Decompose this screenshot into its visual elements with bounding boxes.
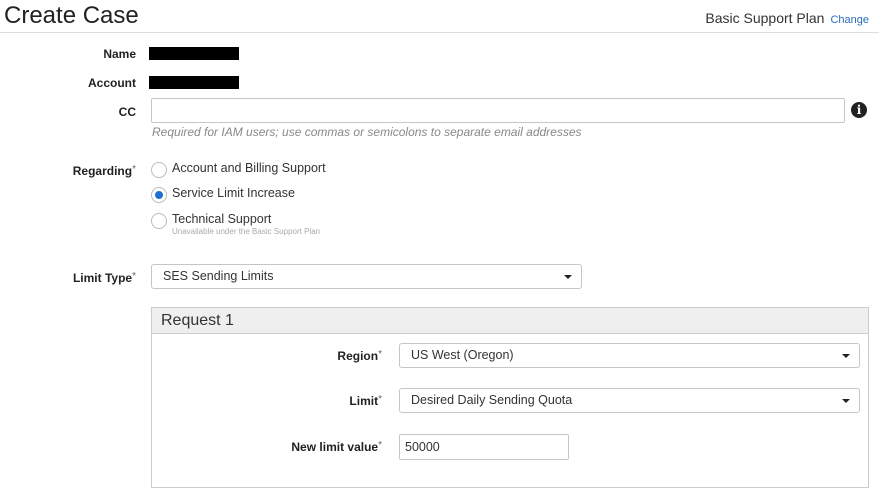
cc-input[interactable]	[151, 98, 845, 123]
limit-type-label-text: Limit Type	[72, 271, 133, 285]
radio-label: Technical Support	[172, 212, 272, 226]
request-title: Request 1	[152, 308, 868, 334]
cc-label: CC	[118, 105, 136, 119]
chevron-down-icon	[842, 399, 850, 403]
radio-account-billing[interactable]: Account and Billing Support	[151, 161, 326, 178]
new-limit-label-text: New limit value	[291, 440, 379, 454]
new-limit-input[interactable]: 50000	[399, 434, 569, 460]
required-mark: *	[378, 394, 382, 405]
radio-technical-support[interactable]: Technical Support Unavailable under the …	[151, 212, 320, 236]
name-label: Name	[103, 47, 136, 61]
radio-label-group: Technical Support Unavailable under the …	[172, 212, 320, 236]
account-redacted	[149, 76, 239, 89]
limit-select[interactable]: Desired Daily Sending Quota	[399, 388, 860, 413]
radio-label: Service Limit Increase	[172, 186, 295, 200]
page-title: Create Case	[4, 2, 139, 29]
support-plan-label: Basic Support Plan	[705, 10, 825, 26]
header-divider	[0, 32, 879, 33]
account-label: Account	[88, 76, 136, 90]
radio-sublabel: Unavailable under the Basic Support Plan	[172, 227, 321, 236]
limit-type-select[interactable]: SES Sending Limits	[151, 264, 582, 289]
limit-value: Desired Daily Sending Quota	[411, 393, 573, 407]
limit-label-text: Limit	[349, 394, 379, 408]
radio-service-limit[interactable]: Service Limit Increase	[151, 186, 295, 203]
radio-button-selected[interactable]	[151, 187, 167, 203]
required-mark: *	[378, 440, 382, 451]
region-value: US West (Oregon)	[411, 348, 514, 362]
required-mark: *	[132, 164, 136, 175]
regarding-label-text: Regarding	[72, 164, 133, 178]
limit-type-value: SES Sending Limits	[163, 269, 274, 283]
region-label-text: Region	[337, 349, 379, 363]
info-icon[interactable]: i	[851, 102, 867, 118]
radio-label: Account and Billing Support	[172, 161, 326, 175]
required-mark: *	[132, 271, 136, 282]
limit-label: Limit*	[152, 394, 382, 408]
new-limit-label: New limit value*	[152, 440, 382, 454]
required-mark: *	[378, 349, 382, 360]
change-plan-link[interactable]: Change	[830, 14, 869, 26]
region-select[interactable]: US West (Oregon)	[399, 343, 860, 368]
request-panel: Request 1 Region* US West (Oregon) Limit…	[151, 307, 869, 488]
radio-button[interactable]	[151, 162, 167, 178]
cc-hint: Required for IAM users; use commas or se…	[152, 125, 582, 139]
limit-type-label: Limit Type*	[0, 271, 136, 285]
regarding-label: Regarding*	[0, 164, 136, 178]
support-plan: Basic Support Plan Change	[705, 10, 869, 26]
radio-button[interactable]	[151, 213, 167, 229]
chevron-down-icon	[842, 354, 850, 358]
chevron-down-icon	[564, 275, 572, 279]
name-redacted	[149, 47, 239, 60]
region-label: Region*	[152, 349, 382, 363]
